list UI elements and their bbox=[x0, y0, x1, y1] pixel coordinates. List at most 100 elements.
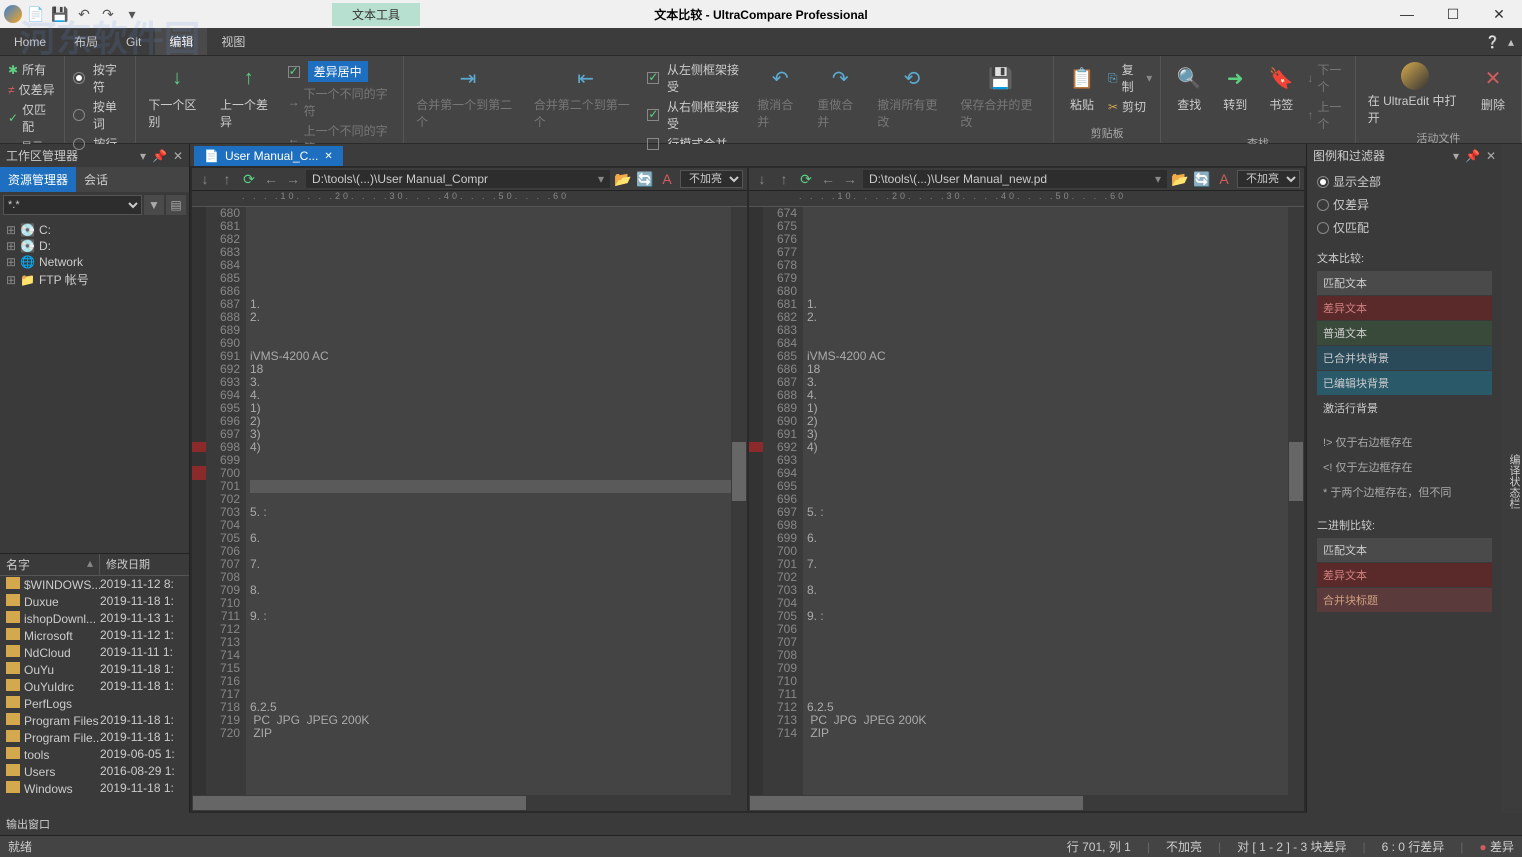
right-vscroll[interactable] bbox=[1288, 207, 1304, 795]
file-row[interactable]: Program Files2019-11-18 1: bbox=[0, 712, 189, 729]
find-prev[interactable]: ↑上一个 bbox=[1307, 97, 1346, 133]
file-filter[interactable]: *.* bbox=[3, 195, 142, 215]
nav-fwd-icon[interactable]: → bbox=[284, 170, 302, 188]
text-icon[interactable]: A bbox=[1215, 170, 1233, 188]
left-path[interactable]: D:\tools\(...)\User Manual_Compr▾ bbox=[306, 170, 610, 188]
merge-redo[interactable]: ↷重做合并 bbox=[813, 60, 867, 132]
copy-button[interactable]: ⎘复制▾ bbox=[1108, 60, 1152, 96]
filter-icon[interactable]: ▼ bbox=[144, 195, 164, 215]
delete-file[interactable]: ✕删除 bbox=[1473, 60, 1513, 115]
accept-left[interactable]: 从左侧框架接受 bbox=[647, 60, 747, 96]
file-row[interactable]: Windows2019-11-18 1: bbox=[0, 780, 189, 797]
legend-match-only[interactable]: 仅匹配 bbox=[1317, 219, 1492, 236]
tab-view[interactable]: 视图 bbox=[207, 28, 259, 55]
open-folder-icon[interactable]: 📂 bbox=[614, 170, 632, 188]
nav-fwd-icon[interactable]: → bbox=[841, 170, 859, 188]
file-row[interactable]: Microsoft2019-11-12 1: bbox=[0, 627, 189, 644]
find-next[interactable]: ↓下一个 bbox=[1307, 60, 1346, 96]
qat-new-icon[interactable]: 📄 bbox=[26, 4, 46, 24]
tree-d-drive[interactable]: ⊞💽D: bbox=[6, 238, 183, 254]
close-panel-icon[interactable]: ✕ bbox=[173, 149, 183, 163]
maximize-button[interactable]: ☐ bbox=[1430, 0, 1476, 28]
find-button[interactable]: 🔍查找 bbox=[1169, 60, 1209, 115]
file-row[interactable]: Duxue2019-11-18 1: bbox=[0, 593, 189, 610]
list-view-icon[interactable]: ▤ bbox=[166, 195, 186, 215]
qat-undo-icon[interactable]: ↶ bbox=[74, 4, 94, 24]
right-path[interactable]: D:\tools\(...)\User Manual_new.pd▾ bbox=[863, 170, 1167, 188]
file-row[interactable]: Users2016-08-29 1: bbox=[0, 763, 189, 780]
tab-session[interactable]: 会话 bbox=[76, 167, 116, 192]
right-hscroll[interactable] bbox=[749, 795, 1304, 811]
highlight-char[interactable]: 按字符 bbox=[73, 60, 127, 96]
legend-diff-only[interactable]: 仅差异 bbox=[1317, 196, 1492, 213]
goto-button[interactable]: ➜转到 bbox=[1215, 60, 1255, 115]
show-diff-only[interactable]: ≠仅差异 bbox=[8, 80, 56, 99]
refresh-icon[interactable]: 🔄 bbox=[636, 170, 654, 188]
paste-button[interactable]: 📋粘贴 bbox=[1062, 60, 1102, 115]
tree-c-drive[interactable]: ⊞💽C: bbox=[6, 222, 183, 238]
right-highlight-select[interactable]: 不加亮 bbox=[1237, 170, 1300, 188]
legend-show-all[interactable]: 显示全部 bbox=[1317, 173, 1492, 190]
accept-right[interactable]: 从右侧框架接受 bbox=[647, 97, 747, 133]
pin-icon[interactable]: 📌 bbox=[1465, 149, 1480, 163]
file-row[interactable]: OuYuIdrc2019-11-18 1: bbox=[0, 678, 189, 695]
left-vscroll[interactable] bbox=[731, 207, 747, 795]
file-row[interactable]: $WINDOWS...2019-11-12 8: bbox=[0, 576, 189, 593]
col-name[interactable]: 名字 ▴ bbox=[0, 554, 100, 575]
next-diff-block[interactable]: ↑上一个差异 bbox=[216, 60, 282, 132]
output-panel-header[interactable]: 输出窗口 bbox=[0, 813, 1522, 835]
prev-diff-block[interactable]: ↓下一个区别 bbox=[144, 60, 210, 132]
collapse-ribbon-icon[interactable]: ▴ bbox=[1508, 35, 1514, 49]
dropdown-icon[interactable]: ▾ bbox=[140, 149, 146, 163]
help-icon[interactable]: ❔ bbox=[1485, 35, 1500, 49]
left-hscroll[interactable] bbox=[192, 795, 747, 811]
dropdown-icon[interactable]: ▾ bbox=[1453, 149, 1459, 163]
highlight-word[interactable]: 按单词 bbox=[73, 97, 127, 133]
file-row[interactable]: NdCloud2019-11-11 1: bbox=[0, 644, 189, 661]
pin-icon[interactable]: 📌 bbox=[152, 149, 167, 163]
close-tab-icon[interactable]: ✕ bbox=[324, 151, 332, 162]
close-button[interactable]: ✕ bbox=[1476, 0, 1522, 28]
minimize-button[interactable]: — bbox=[1384, 0, 1430, 28]
nav-refresh-icon[interactable]: ⟳ bbox=[797, 170, 815, 188]
show-all[interactable]: ✱所有 bbox=[8, 60, 56, 79]
file-row[interactable]: tools2019-06-05 1: bbox=[0, 746, 189, 763]
file-row[interactable]: OuYu2019-11-18 1: bbox=[0, 661, 189, 678]
tree-network[interactable]: ⊞🌐Network bbox=[6, 254, 183, 270]
open-in-ultraedit[interactable]: 在 UltraEdit 中打开 bbox=[1364, 60, 1467, 128]
merge-save[interactable]: 💾保存合并的更改 bbox=[956, 60, 1045, 132]
file-row[interactable]: PerfLogs bbox=[0, 695, 189, 712]
bookmark-button[interactable]: 🔖书签 bbox=[1261, 60, 1301, 115]
left-code[interactable]: 1. 2. iVMS-4200 AC 18 3. 4. 1) 2) 3) 4) … bbox=[246, 207, 731, 795]
nav-down-icon[interactable]: ↓ bbox=[753, 170, 771, 188]
refresh-icon[interactable]: 🔄 bbox=[1193, 170, 1211, 188]
show-match-only[interactable]: ✓仅匹配 bbox=[8, 100, 56, 136]
cut-button[interactable]: ✂剪切 bbox=[1108, 97, 1152, 116]
nav-refresh-icon[interactable]: ⟳ bbox=[240, 170, 258, 188]
nav-back-icon[interactable]: ← bbox=[819, 170, 837, 188]
merge-2-to-1[interactable]: ⇤合并第二个到第一个 bbox=[530, 60, 642, 132]
document-tab[interactable]: 📄 User Manual_C... ✕ bbox=[194, 146, 343, 166]
tab-home[interactable]: Home bbox=[0, 28, 60, 55]
file-row[interactable]: ishopDownl...2019-11-13 1: bbox=[0, 610, 189, 627]
open-folder-icon[interactable]: 📂 bbox=[1171, 170, 1189, 188]
right-sidebar[interactable]: 编译状态栏 bbox=[1502, 144, 1522, 813]
nav-down-icon[interactable]: ↓ bbox=[196, 170, 214, 188]
close-panel-icon[interactable]: ✕ bbox=[1486, 149, 1496, 163]
qat-redo-icon[interactable]: ↷ bbox=[98, 4, 118, 24]
nav-up-icon[interactable]: ↑ bbox=[218, 170, 236, 188]
diff-centering[interactable]: 差异居中 bbox=[288, 60, 396, 83]
tool-context-tab[interactable]: 文本工具 bbox=[332, 3, 420, 26]
tree-ftp[interactable]: ⊞📁FTP 帐号 bbox=[6, 270, 183, 289]
right-code[interactable]: 1. 2. iVMS-4200 AC 18 3. 4. 1) 2) 3) 4) … bbox=[803, 207, 1288, 795]
merge-1-to-2[interactable]: ⇥合并第一个到第二个 bbox=[412, 60, 524, 132]
minimap[interactable] bbox=[192, 207, 206, 795]
merge-undo-all[interactable]: ⟲撤消所有更改 bbox=[873, 60, 950, 132]
merge-undo[interactable]: ↶撤消合并 bbox=[753, 60, 807, 132]
qat-save-icon[interactable]: 💾 bbox=[50, 4, 70, 24]
tab-git[interactable]: Git bbox=[112, 28, 155, 55]
col-date[interactable]: 修改日期 bbox=[100, 554, 189, 575]
next-diff-char[interactable]: →下一个不同的字符 bbox=[288, 84, 396, 120]
file-row[interactable]: Program File...2019-11-18 1: bbox=[0, 729, 189, 746]
qat-dropdown-icon[interactable]: ▾ bbox=[122, 4, 142, 24]
